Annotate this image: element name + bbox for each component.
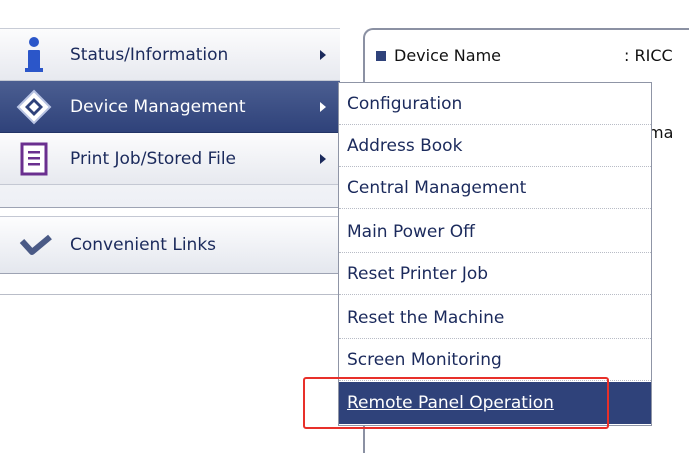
checkmark-icon (16, 225, 56, 265)
nav-item-label: Device Management (70, 96, 246, 117)
nav-item-label: Print Job/Stored File (70, 148, 237, 169)
device-name-row: Device Name (376, 46, 501, 65)
document-icon (14, 139, 54, 179)
nav-item-print-job-stored-file[interactable]: Print Job/Stored File (0, 133, 340, 185)
menu-item-configuration[interactable]: Configuration (339, 83, 651, 125)
square-bullet-icon (376, 50, 386, 61)
chevron-right-icon (320, 101, 326, 112)
device-name-label: Device Name (394, 46, 502, 65)
chevron-right-icon (320, 153, 326, 164)
menu-item-remote-panel-operation[interactable]: Remote Panel Operation (339, 382, 651, 424)
chevron-right-icon (320, 49, 326, 60)
menu-item-central-management[interactable]: Central Management (339, 167, 651, 209)
nav-item-label: Status/Information (70, 44, 229, 65)
main-nav-menu: Status/Information Device Management Pri… (0, 28, 340, 208)
menu-item-main-power-off[interactable]: Main Power Off (339, 211, 651, 253)
menu-item-reset-the-machine[interactable]: Reset the Machine (339, 297, 651, 339)
info-icon (14, 35, 54, 75)
menu-item-address-book[interactable]: Address Book (339, 125, 651, 167)
convenient-links-label: Convenient Links (70, 235, 217, 255)
nav-item-device-management[interactable]: Device Management (0, 81, 340, 133)
menu-item-screen-monitoring[interactable]: Screen Monitoring (339, 339, 651, 381)
nav-item-status-information[interactable]: Status/Information (0, 29, 340, 81)
device-management-icon (14, 87, 54, 127)
convenient-links-item[interactable]: Convenient Links (0, 216, 340, 274)
divider (0, 294, 366, 295)
device-management-submenu: Configuration Address Book Central Manag… (338, 82, 652, 426)
menu-item-reset-printer-job[interactable]: Reset Printer Job (339, 253, 651, 295)
device-name-value: : RICC (624, 46, 673, 65)
